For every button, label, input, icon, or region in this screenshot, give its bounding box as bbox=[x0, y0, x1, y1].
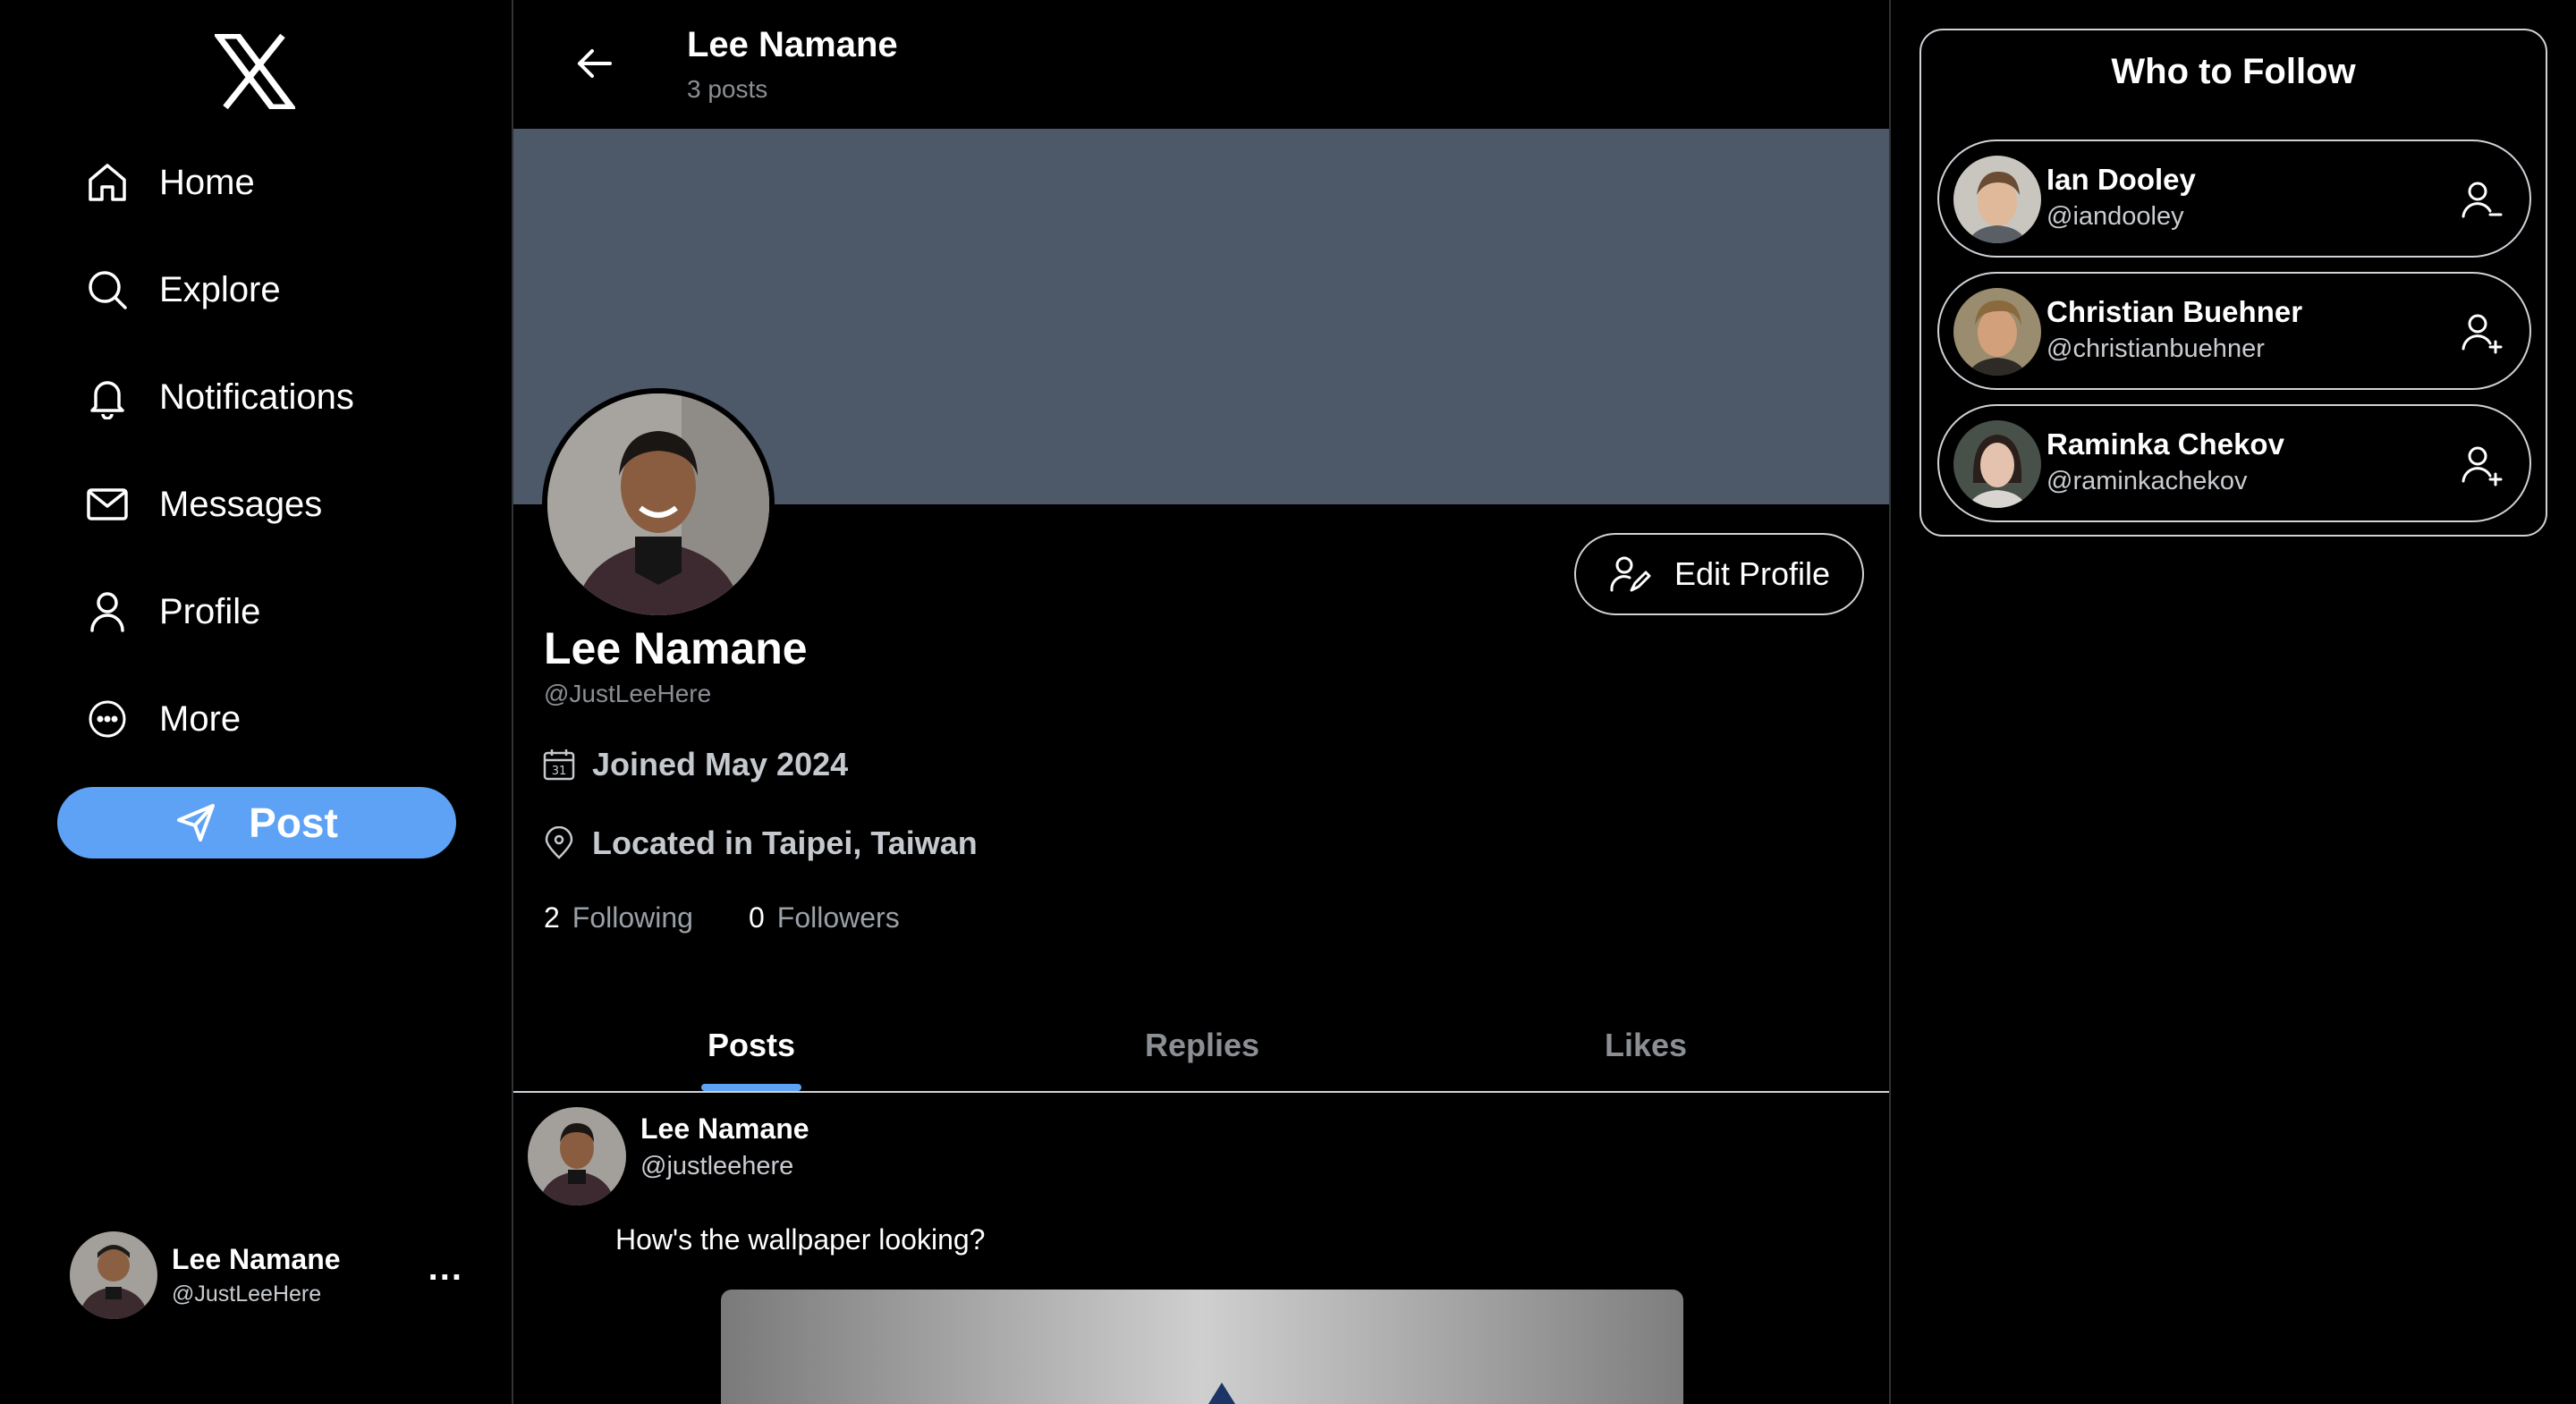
nav-more[interactable]: More bbox=[82, 683, 458, 755]
edit-profile-label: Edit Profile bbox=[1674, 555, 1831, 592]
joined-text: Joined May 2024 bbox=[592, 746, 849, 782]
tab-likes-label: Likes bbox=[1604, 1027, 1688, 1063]
nav-profile-label: Profile bbox=[159, 591, 261, 631]
account-avatar bbox=[70, 1231, 157, 1319]
following-label: Following bbox=[572, 901, 693, 934]
suggested-user-avatar bbox=[1953, 420, 2041, 508]
profile-name: Lee Namane bbox=[544, 623, 808, 673]
home-icon bbox=[82, 157, 132, 207]
send-icon bbox=[177, 804, 216, 842]
search-icon bbox=[82, 265, 132, 315]
nav-more-label: More bbox=[159, 698, 242, 739]
profile-header-bar: Lee Namane 3 posts bbox=[513, 0, 1889, 129]
nav-profile[interactable]: Profile bbox=[82, 576, 458, 647]
who-to-follow-title: Who to Follow bbox=[2111, 52, 2356, 91]
left-sidebar: Home Explore Notifications Messages Prof… bbox=[0, 0, 513, 1404]
calendar-icon: 31 bbox=[543, 749, 575, 781]
who-to-follow-panel: Who to Follow Ian Dooley @iandooley Chri… bbox=[1919, 29, 2547, 537]
suggested-user-card[interactable]: Christian Buehner @christianbuehner bbox=[1937, 272, 2531, 390]
suggested-user-card[interactable]: Raminka Chekov @raminkachekov bbox=[1937, 404, 2531, 522]
post-author-handle: @justleehere bbox=[640, 1152, 794, 1180]
nav-home[interactable]: Home bbox=[82, 147, 458, 218]
location-text: Located in Taipei, Taiwan bbox=[592, 825, 978, 861]
following-link[interactable]: 2 Following bbox=[544, 901, 693, 935]
suggested-user-handle: @christianbuehner bbox=[2046, 334, 2265, 363]
nav-notifications-label: Notifications bbox=[159, 376, 354, 417]
suggested-user-avatar bbox=[1953, 288, 2041, 376]
post-button[interactable]: Post bbox=[57, 787, 456, 858]
suggested-user-avatar bbox=[1953, 156, 2041, 243]
followers-link[interactable]: 0 Followers bbox=[749, 901, 900, 935]
user-edit-icon bbox=[1610, 556, 1651, 592]
header-post-count: 3 posts bbox=[687, 75, 768, 103]
user-icon bbox=[82, 587, 132, 637]
suggested-user-name: Christian Buehner bbox=[2046, 295, 2303, 328]
post-avatar[interactable] bbox=[528, 1107, 626, 1205]
nav-explore-label: Explore bbox=[159, 269, 281, 309]
profile-avatar[interactable] bbox=[542, 388, 775, 621]
mail-icon bbox=[82, 479, 132, 529]
following-count: 2 bbox=[544, 901, 560, 934]
post-button-label: Post bbox=[249, 799, 338, 846]
location-pin-icon bbox=[545, 826, 573, 859]
header-title: Lee Namane bbox=[687, 25, 898, 64]
suggested-user-handle: @iandooley bbox=[2046, 202, 2184, 231]
post-item[interactable]: Lee Namane @justleehere How's the wallpa… bbox=[513, 1093, 1889, 1404]
suggested-user-card[interactable]: Ian Dooley @iandooley bbox=[1937, 140, 2531, 258]
tab-replies[interactable]: Replies bbox=[1113, 1011, 1292, 1091]
account-switcher[interactable]: Lee Namane @JustLeeHere ... bbox=[70, 1231, 463, 1320]
nav-messages-label: Messages bbox=[159, 484, 323, 524]
profile-main: Lee Namane 3 posts Edit Profile Lee Nama… bbox=[513, 0, 1891, 1404]
post-text: How's the wallpaper looking? bbox=[615, 1223, 986, 1256]
tab-posts-label: Posts bbox=[707, 1027, 796, 1063]
svg-text:31: 31 bbox=[552, 765, 567, 778]
account-name: Lee Namane bbox=[172, 1243, 341, 1275]
bell-icon bbox=[82, 372, 132, 422]
followers-count: 0 bbox=[748, 901, 765, 934]
suggested-user-name: Raminka Chekov bbox=[2046, 427, 2284, 461]
unfollow-user-icon[interactable] bbox=[2458, 177, 2504, 224]
suggested-user-name: Ian Dooley bbox=[2046, 163, 2196, 196]
follow-stats: 2 Following 0 Followers bbox=[544, 901, 955, 935]
account-handle: @JustLeeHere bbox=[172, 1281, 322, 1307]
follow-user-icon[interactable] bbox=[2458, 442, 2504, 488]
joined-date: 31 Joined May 2024 bbox=[542, 746, 848, 783]
tab-replies-label: Replies bbox=[1144, 1027, 1260, 1063]
post-author-name: Lee Namane bbox=[640, 1112, 809, 1145]
x-logo-icon[interactable] bbox=[215, 34, 295, 109]
tab-likes[interactable]: Likes bbox=[1574, 1011, 1717, 1091]
suggested-user-handle: @raminkachekov bbox=[2046, 467, 2248, 495]
account-more-icon[interactable]: ... bbox=[428, 1248, 463, 1289]
active-tab-indicator bbox=[701, 1084, 801, 1091]
nav-notifications[interactable]: Notifications bbox=[82, 361, 458, 433]
nav-messages[interactable]: Messages bbox=[82, 469, 458, 540]
more-circle-icon bbox=[82, 694, 132, 744]
profile-handle: @JustLeeHere bbox=[544, 680, 712, 707]
nav-home-label: Home bbox=[159, 162, 255, 202]
tab-posts[interactable]: Posts bbox=[701, 1011, 801, 1091]
location: Located in Taipei, Taiwan bbox=[542, 825, 978, 862]
followers-label: Followers bbox=[776, 901, 900, 934]
back-arrow-icon[interactable] bbox=[572, 41, 617, 86]
follow-user-icon[interactable] bbox=[2458, 309, 2504, 356]
post-image[interactable] bbox=[721, 1290, 1683, 1404]
app-root: Home Explore Notifications Messages Prof… bbox=[0, 0, 2576, 1404]
profile-tabs: Posts Replies Likes bbox=[513, 1011, 1889, 1093]
nav-explore[interactable]: Explore bbox=[82, 254, 458, 326]
edit-profile-button[interactable]: Edit Profile bbox=[1574, 533, 1864, 615]
